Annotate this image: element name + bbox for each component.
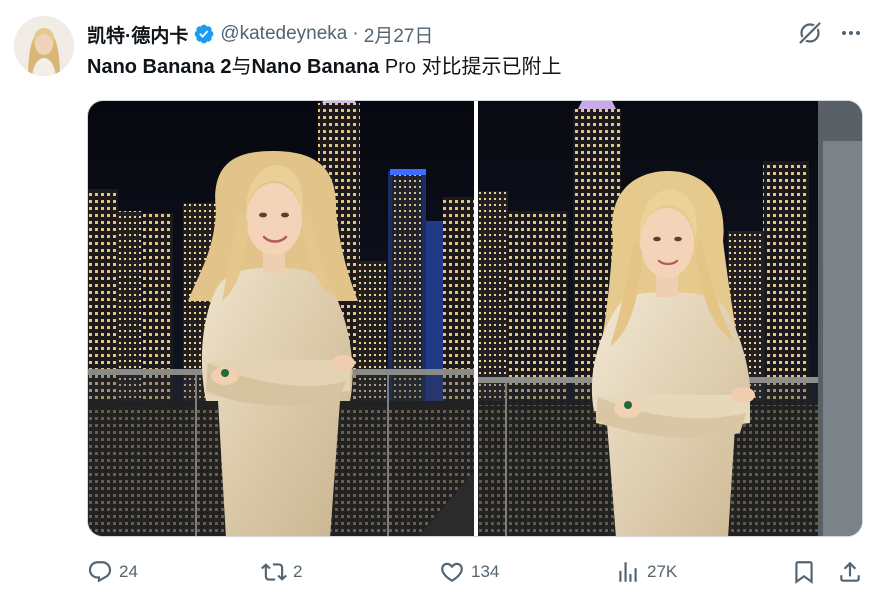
tweet-media [87,100,863,537]
header-separator: · [352,23,359,44]
grok-icon[interactable] [795,18,825,48]
bookmark-icon [795,561,813,584]
tweet-text-model-b: Nano Banana [251,56,380,78]
repost-icon [261,563,287,581]
share-icon [840,561,860,582]
reply-icon [88,561,112,583]
repost-button[interactable]: 2 [261,555,302,589]
tweet-actions: 24 2 134 27K [87,555,867,589]
reply-button[interactable]: 24 [87,555,138,589]
repost-count: 2 [293,562,303,581]
verified-badge-icon[interactable] [193,23,215,45]
tweet-text: Nano Banana 2与Nano Banana Pro 对比提示已附上 [87,54,562,80]
views-icon [619,562,637,582]
views-count: 27K [647,562,678,581]
bookmark-button[interactable] [791,555,817,589]
tweet-text-conjunction: 与 [231,56,252,78]
tweet-text-suffix: Pro 对比提示已附上 [379,56,562,78]
views-button[interactable]: 27K [615,555,677,589]
tweet-text-model-a: Nano Banana 2 [87,56,232,78]
media-photo-1[interactable] [88,101,474,536]
media-photo-2[interactable] [478,101,862,536]
more-icon[interactable] [836,18,866,48]
avatar[interactable] [14,16,74,76]
heart-icon [441,562,463,582]
tweet-date[interactable]: 2月27日 [364,21,434,48]
like-button[interactable]: 134 [439,555,499,589]
author-handle[interactable]: @katedeyneka [220,23,347,45]
like-count: 134 [471,562,500,581]
tweet-header: 凯特·德内卡 @katedeyneka · 2月27日 [87,20,433,48]
share-button[interactable] [837,555,863,589]
reply-count: 24 [119,562,138,581]
author-display-name[interactable]: 凯特·德内卡 [87,21,188,48]
avatar-image [14,16,74,76]
